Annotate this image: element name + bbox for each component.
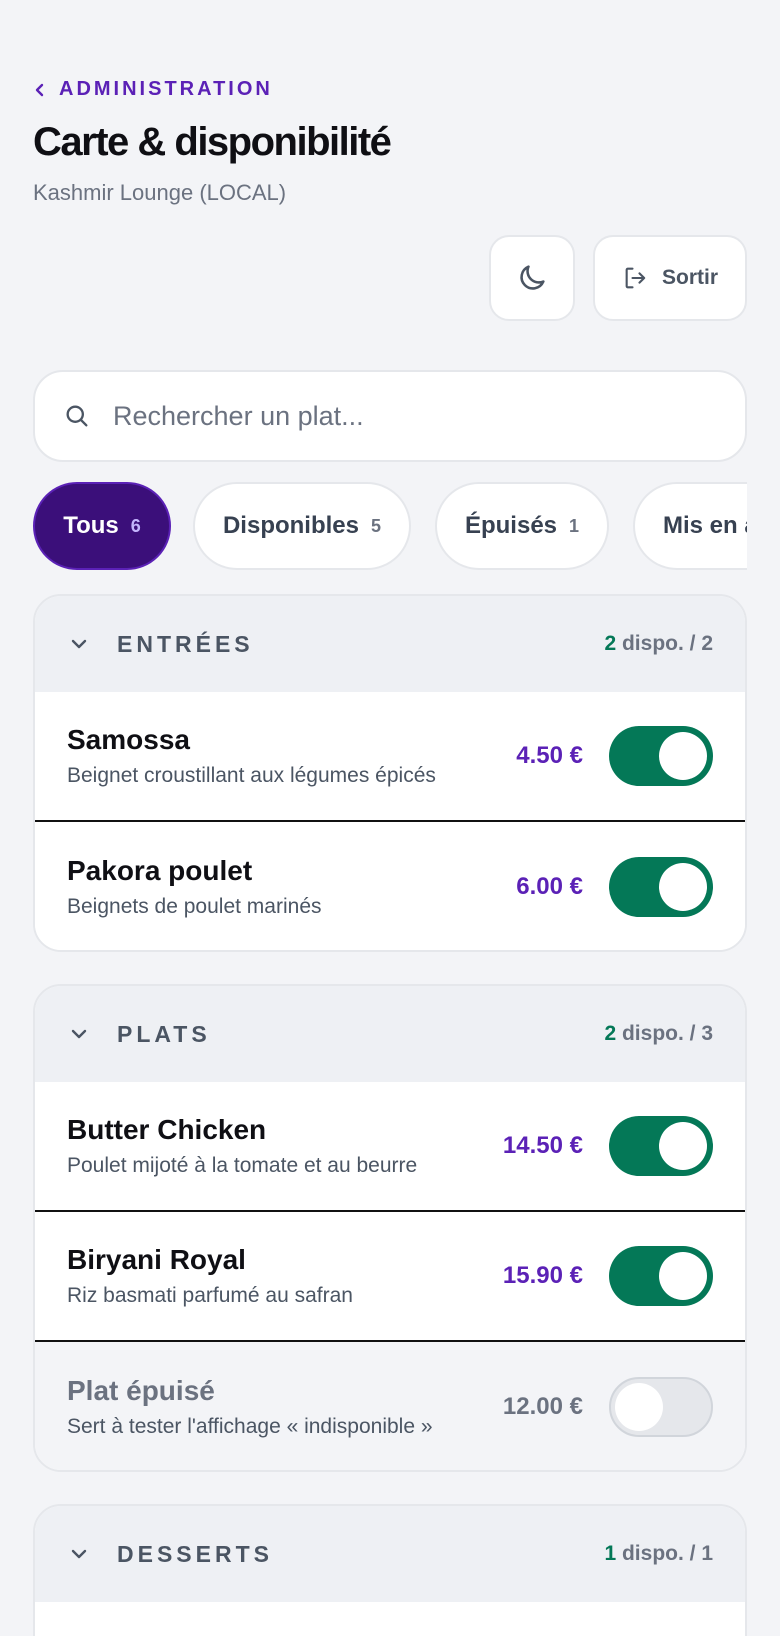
section-count: 2 dispo. / 2 [604,632,713,656]
chevron-left-icon [35,83,44,96]
filter-chip-highlighted[interactable]: Mis en a [633,482,747,570]
availability-toggle[interactable] [609,1116,713,1176]
item-price: 12.00 € [502,1393,583,1420]
search-input[interactable] [113,400,673,432]
section-title: DESSERTS [117,1540,273,1567]
chevron-down-icon [71,1549,87,1559]
filter-chip-count: 1 [569,515,580,536]
logout-button[interactable]: Sortir [593,235,747,321]
item-description: Sert à tester l'affichage « indisponible… [67,1415,433,1438]
item-price: 14.50 € [502,1132,583,1159]
availability-toggle[interactable] [609,1246,713,1306]
filter-chip-label: Épuisés [464,512,558,539]
item-name: Pakora poulet [67,855,253,886]
section-desserts: DESSERTS 1 dispo. / 1 [33,1504,747,1636]
moon-icon [520,265,545,290]
availability-toggle[interactable] [609,1377,713,1437]
item-description: Beignets de poulet marinés [67,895,322,918]
back-link-label: ADMINISTRATION [59,78,273,100]
section-title: ENTRÉES [117,630,254,657]
filter-chip-label: Tous [63,512,119,539]
chevron-down-icon [71,639,87,649]
menu-item: Pakora poulet Beignets de poulet marinés… [35,822,745,950]
section-plats: PLATS 2 dispo. / 3 Butter Chicken Poulet… [33,984,747,1472]
filter-chip-count: 5 [371,515,382,536]
search-box [33,370,747,462]
section-available-count: 2 [604,632,617,655]
item-name: Plat épuisé [67,1375,215,1406]
item-name: Samossa [67,724,190,755]
search-icon [66,405,88,427]
section-header[interactable]: PLATS 2 dispo. / 3 [35,986,745,1082]
filter-chip-all[interactable]: Tous 6 [33,482,171,570]
section-available-count: 1 [604,1542,617,1565]
item-name: Butter Chicken [67,1114,267,1145]
filter-chip-available[interactable]: Disponibles 5 [193,482,411,570]
section-count: 1 dispo. / 1 [604,1542,713,1566]
section-header[interactable]: ENTRÉES 2 dispo. / 2 [35,596,745,692]
section-count-suffix: dispo. / 3 [621,1022,713,1045]
availability-toggle[interactable] [609,857,713,917]
section-title: PLATS [117,1020,211,1047]
section-count: 2 dispo. / 3 [604,1022,713,1046]
chevron-down-icon [71,1029,87,1039]
item-price: 15.90 € [502,1262,583,1289]
logout-icon [625,267,646,289]
filter-chip-count: 6 [130,515,141,536]
filter-chip-soldout[interactable]: Épuisés 1 [435,482,609,570]
item-name: Biryani Royal [67,1244,246,1275]
page-title: Carte & disponibilité [33,120,392,164]
availability-toggle[interactable] [609,726,713,786]
item-price: 4.50 € [516,742,583,769]
menu-item: Butter Chicken Poulet mijoté à la tomate… [35,1082,745,1212]
section-count-suffix: dispo. / 2 [621,632,713,655]
item-description: Riz basmati parfumé au safran [67,1284,353,1307]
item-description: Poulet mijoté à la tomate et au beurre [67,1154,418,1177]
section-count-suffix: dispo. / 1 [621,1542,713,1565]
section-entrees: ENTRÉES 2 dispo. / 2 Samossa Beignet cro… [33,594,747,952]
section-header[interactable]: DESSERTS 1 dispo. / 1 [35,1506,745,1602]
filter-chip-label: Disponibles [222,512,359,539]
theme-toggle-button[interactable] [489,235,575,321]
filter-chips: Tous 6 Disponibles 5 Épuisés 1 Mis en a [33,482,747,570]
filter-chip-label: Mis en a [663,512,747,539]
logout-label: Sortir [661,266,718,289]
menu-item: Samossa Beignet croustillant aux légumes… [35,692,745,822]
section-available-count: 2 [604,1022,617,1045]
back-link[interactable]: ADMINISTRATION [33,78,273,101]
restaurant-name: Kashmir Lounge (LOCAL) [33,180,287,205]
menu-item [35,1602,745,1636]
item-description: Beignet croustillant aux légumes épicés [67,764,436,787]
menu-item-unavailable: Plat épuisé Sert à tester l'affichage « … [35,1342,745,1470]
item-price: 6.00 € [516,873,583,900]
menu-item: Biryani Royal Riz basmati parfumé au saf… [35,1212,745,1342]
